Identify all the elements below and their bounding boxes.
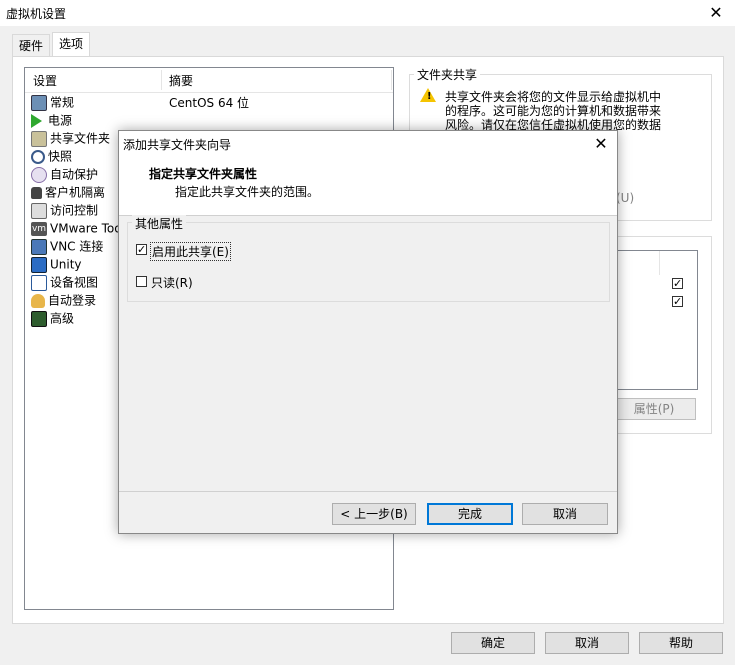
dialog-title: 添加共享文件夹向导: [123, 138, 232, 152]
window-title: 虚拟机设置: [6, 7, 67, 21]
unity-icon: [31, 256, 47, 273]
dialog-header: 指定共享文件夹属性 指定此共享文件夹的范围。: [119, 157, 617, 216]
tab-bar: [0, 26, 735, 58]
back-button[interactable]: < 上一步(B): [332, 503, 416, 525]
vnc-icon: [31, 238, 47, 255]
settings-summary-general: CentOS 64 位: [169, 96, 250, 110]
read-only-label[interactable]: 只读(R): [151, 274, 193, 291]
snapshot-icon: [31, 149, 45, 164]
access-control-icon: [31, 202, 47, 219]
tab-options[interactable]: 选项: [52, 32, 91, 59]
read-only-checkbox[interactable]: [136, 276, 147, 287]
advanced-icon: [31, 310, 47, 327]
shared-folder-icon: [31, 130, 47, 147]
window-close-icon[interactable]: ✕: [706, 3, 726, 23]
autoprotect-icon: [31, 166, 47, 183]
enable-share-checkbox[interactable]: ✓: [136, 244, 147, 255]
help-button[interactable]: 帮助: [639, 632, 723, 654]
settings-list-header: 设置 摘要: [25, 68, 393, 93]
add-shared-folder-wizard: 添加共享文件夹向导 ✕ 指定共享文件夹属性 指定此共享文件夹的范围。 其他属性 …: [118, 130, 618, 534]
dialog-footer-divider: [119, 491, 617, 492]
ok-button[interactable]: 确定: [451, 632, 535, 654]
vm-icon: vm: [31, 221, 47, 236]
window-titlebar: 虚拟机设置 ✕: [0, 0, 735, 26]
folder-row-2-checkbox[interactable]: ✓: [672, 296, 683, 307]
settings-item-general[interactable]: 常规: [31, 93, 74, 111]
lock-icon: [31, 186, 42, 199]
settings-item-snapshots[interactable]: 快照: [31, 147, 72, 165]
header-separator: [391, 70, 392, 90]
settings-item-device-view[interactable]: 设备视图: [31, 273, 98, 291]
device-view-icon: [31, 274, 47, 291]
settings-item-unity[interactable]: Unity: [31, 255, 82, 273]
other-properties-group: [127, 222, 610, 302]
user-login-icon: [31, 293, 45, 308]
tab-hardware[interactable]: 硬件: [12, 34, 51, 57]
settings-item-autoprotect[interactable]: 自动保护: [31, 165, 98, 183]
header-separator: [161, 70, 162, 90]
sharing-option-partial-label: (U): [616, 191, 635, 205]
other-properties-title: 其他属性: [132, 215, 187, 232]
settings-item-shared-folders[interactable]: 共享文件夹: [31, 129, 110, 147]
monitor-icon: [31, 94, 47, 111]
settings-item-vnc[interactable]: VNC 连接: [31, 237, 103, 255]
dialog-close-icon[interactable]: ✕: [591, 134, 611, 154]
folders-list-header-separator: [659, 251, 660, 275]
header-summary[interactable]: 摘要: [169, 72, 193, 89]
settings-item-power[interactable]: 电源: [31, 111, 72, 129]
warning-icon-mark: !: [427, 91, 432, 102]
settings-item-isolation[interactable]: 客户机隔离: [31, 183, 105, 201]
dialog-heading: 指定共享文件夹属性: [149, 167, 258, 181]
dialog-titlebar: 添加共享文件夹向导 ✕: [119, 131, 617, 157]
folder-sharing-title: 文件夹共享: [414, 66, 481, 83]
cancel-button[interactable]: 取消: [545, 632, 629, 654]
settings-item-access-control[interactable]: 访问控制: [31, 201, 98, 219]
dialog-subheading: 指定此共享文件夹的范围。: [175, 185, 320, 199]
dialog-cancel-button[interactable]: 取消: [522, 503, 608, 525]
finish-button[interactable]: 完成: [427, 503, 513, 525]
power-play-icon: [31, 113, 42, 128]
enable-share-label[interactable]: 启用此共享(E): [150, 242, 231, 261]
folder-properties-button[interactable]: 属性(P): [612, 398, 696, 420]
settings-item-autologin[interactable]: 自动登录: [31, 291, 96, 309]
settings-item-vmware-tools[interactable]: vm VMware Too: [31, 219, 122, 237]
header-setting[interactable]: 设置: [33, 72, 57, 89]
folder-row-1-checkbox[interactable]: ✓: [672, 278, 683, 289]
settings-item-advanced[interactable]: 高级: [31, 309, 74, 327]
